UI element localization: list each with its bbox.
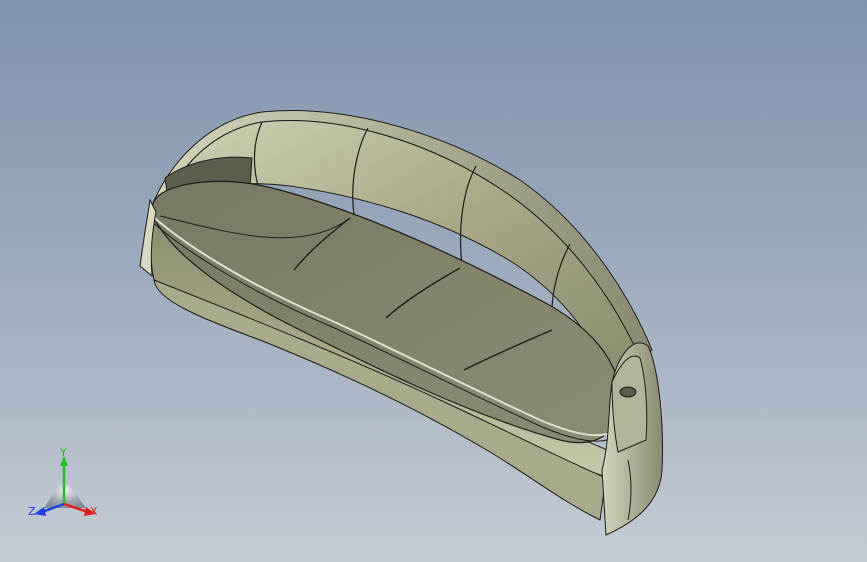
orientation-triad[interactable]: Y X Z	[26, 446, 106, 528]
z-axis-label: Z	[28, 505, 36, 518]
z-axis-arrow	[34, 507, 46, 516]
cup-holder	[619, 386, 637, 398]
x-axis-label: X	[90, 505, 98, 518]
sofa-model[interactable]	[0, 0, 867, 562]
y-axis-label: Y	[59, 448, 67, 459]
graphics-viewport[interactable]: Y X Z	[0, 0, 867, 562]
